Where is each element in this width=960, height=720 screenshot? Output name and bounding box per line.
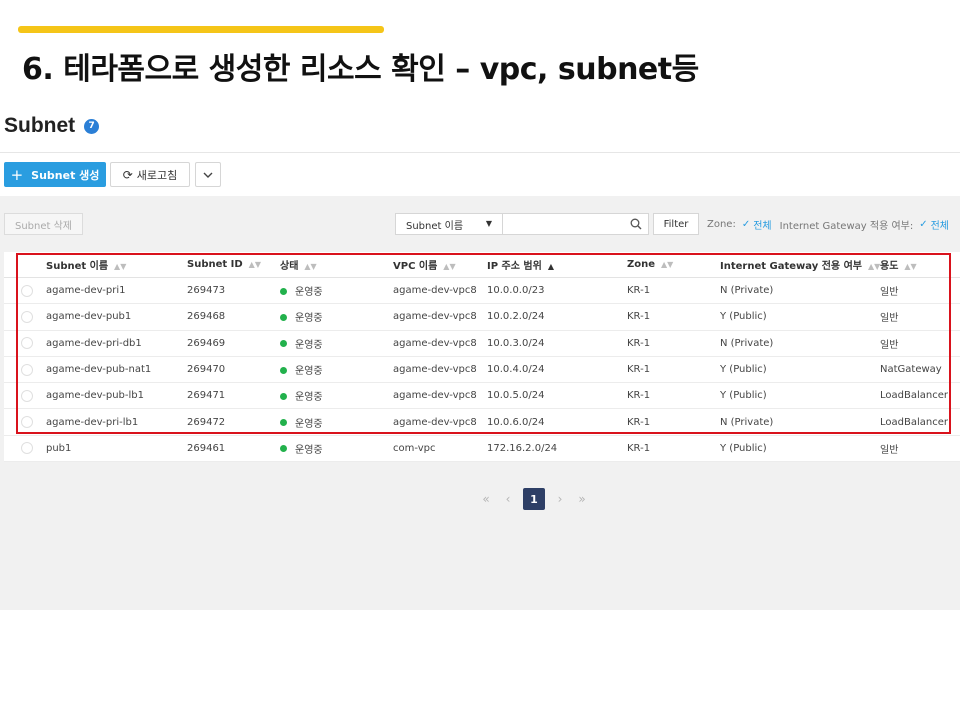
zone-filter-label: Zone: [707, 219, 736, 230]
first-page-icon[interactable]: « [475, 488, 497, 510]
subnet-id: 269461 [187, 442, 226, 454]
delete-subnet-button[interactable]: Subnet 삭제 [4, 213, 83, 235]
page-title: Subnet [4, 114, 76, 137]
igw-only: Y (Public) [720, 442, 767, 454]
check-icon: ✓ [741, 219, 751, 230]
accent-bar [18, 26, 384, 33]
chevron-down-icon [203, 172, 213, 178]
igw-filter-value[interactable]: 전체 [931, 217, 949, 232]
pagination: « ‹ 1 › » [475, 488, 593, 510]
status-cell: 운영중 [280, 441, 323, 456]
refresh-icon: ⟳ [122, 167, 133, 182]
plus-icon: + [10, 165, 24, 184]
filter-field-value: Subnet 이름 [406, 220, 464, 232]
next-page-icon[interactable]: › [549, 488, 571, 510]
page-current[interactable]: 1 [523, 488, 545, 510]
table-row[interactable]: pub1 269461 운영중 com-vpc 172.16.2.0/24 KR-1 Y (… [4, 436, 960, 463]
toolbar: + Subnet 생성 ⟳ 새로고침 [4, 162, 221, 187]
highlight-box [16, 253, 951, 434]
create-subnet-label: Subnet 생성 [31, 168, 100, 182]
filter-field-select[interactable]: Subnet 이름 ▼ [395, 213, 503, 235]
search-icon[interactable] [630, 218, 642, 230]
status-text: 운영중 [295, 444, 323, 456]
filter-button[interactable]: Filter [653, 213, 699, 235]
search-input[interactable] [502, 213, 649, 235]
slide-title: 6. 테라폼으로 생성한 리소스 확인 – vpc, subnet등 [22, 52, 699, 87]
status-dot-icon [280, 445, 287, 453]
page-header: Subnet 7 [4, 114, 100, 138]
create-subnet-button[interactable]: + Subnet 생성 [4, 162, 106, 187]
refresh-label: 새로고침 [136, 168, 178, 182]
last-page-icon[interactable]: » [571, 488, 593, 510]
count-badge: 7 [84, 118, 100, 134]
refresh-button[interactable]: ⟳ 새로고침 [110, 162, 190, 187]
more-options-button[interactable] [195, 162, 221, 187]
igw-filter-label: Internet Gateway 적용 여부: [779, 221, 914, 232]
prev-page-icon[interactable]: ‹ [497, 488, 519, 510]
zone-filter-value[interactable]: 전체 [753, 217, 771, 232]
vpc-name: com-vpc [393, 442, 436, 454]
divider [0, 152, 960, 153]
caret-down-icon: ▼ [485, 219, 492, 228]
ip-range: 172.16.2.0/24 [487, 442, 558, 454]
check-icon: ✓ [919, 219, 928, 230]
usage: 일반 [880, 444, 899, 456]
filter-chips: Zone: ✓ 전체 Internet Gateway 적용 여부: ✓ 전체 [707, 217, 957, 232]
subnet-name: pub1 [46, 442, 72, 454]
zone: KR-1 [627, 442, 651, 454]
row-select-radio[interactable] [21, 442, 33, 455]
